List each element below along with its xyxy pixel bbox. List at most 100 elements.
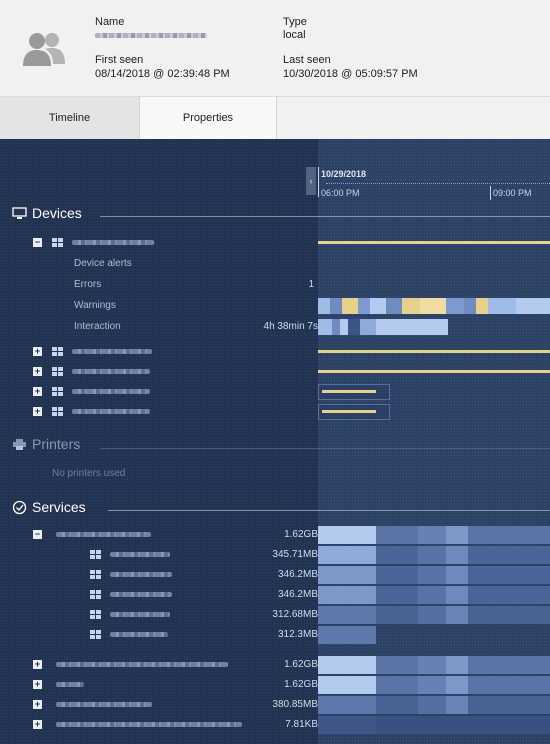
device-row[interactable]: + [0,362,550,382]
windows-icon [52,367,63,376]
activity-bar [318,370,550,373]
service-row[interactable]: + 1.62GB [0,675,550,695]
service-child-row[interactable]: 312.68MB [0,605,550,625]
expand-icon[interactable]: + [33,720,42,729]
service-row[interactable]: − 1.62GB [0,525,550,545]
tab-properties[interactable]: Properties [140,97,277,139]
warnings-label: Warnings [74,300,116,311]
windows-icon [52,238,63,247]
service-row[interactable]: + 1.62GB [0,655,550,675]
section-divider [108,510,550,511]
usage-timeline-bar [318,696,550,714]
windows-icon [52,387,63,396]
service-usage: 1.62GB [284,659,318,670]
errors-count: 1 [308,279,314,290]
expand-icon[interactable]: + [33,347,42,356]
scroll-left-button[interactable]: ‹ [306,167,316,195]
service-child-row[interactable]: 346.2MB [0,565,550,585]
scale-tick-label: 09:00 PM [493,188,532,198]
expand-icon[interactable]: + [33,680,42,689]
scale-tick [318,167,319,197]
first-seen-value: 08/14/2018 @ 02:39:48 PM [95,68,230,80]
host-name-redacted [110,612,170,617]
device-name-redacted [72,409,150,414]
warnings-timeline-bar [318,298,550,314]
user-group-icon [23,33,65,66]
service-usage: 312.3MB [277,629,318,640]
host-name-redacted [110,632,168,637]
type-value: local [283,29,306,41]
expand-icon[interactable]: + [33,407,42,416]
host-name-redacted [110,572,172,577]
service-name-redacted [56,682,84,687]
timeline-pane: ‹ 10/29/2018 06:00 PM 09:00 PM Devices −… [0,139,550,744]
device-alerts-label: Device alerts [74,258,132,269]
printers-title: Printers [32,436,81,452]
detail-row: Device alerts [0,254,550,274]
expand-icon[interactable]: + [33,660,42,669]
usage-timeline-bar [318,586,550,604]
printer-icon [13,438,26,450]
service-usage: 380.85MB [272,699,318,710]
service-usage: 7.81KB [285,719,318,730]
interaction-timeline-bar [318,319,448,335]
type-label: Type [283,16,307,28]
gauge-icon [12,500,27,514]
device-row[interactable]: − [0,233,550,253]
first-seen-label: First seen [95,54,144,66]
service-usage: 1.62GB [284,679,318,690]
usage-timeline-bar [318,716,550,734]
service-row[interactable]: + 380.85MB [0,695,550,715]
name-label: Name [95,16,125,28]
no-printers-text: No printers used [52,468,126,479]
device-name-redacted [72,389,150,394]
service-row[interactable]: + 7.81KB [0,715,550,735]
usage-timeline-bar [318,606,550,624]
section-divider [100,448,550,449]
device-row[interactable]: + [0,402,550,422]
tab-bar: Timeline Properties [0,97,550,139]
services-title: Services [32,499,86,515]
usage-timeline-bar [318,526,550,544]
activity-bar [318,350,550,353]
activity-bar [322,390,376,393]
tab-timeline[interactable]: Timeline [0,97,140,139]
activity-bar [322,410,376,413]
service-name-redacted [56,702,152,707]
expand-icon[interactable]: + [33,367,42,376]
service-usage: 346.2MB [277,569,318,580]
chart-column[interactable] [318,139,550,744]
section-divider [100,216,550,217]
expand-icon[interactable]: + [33,700,42,709]
collapse-icon[interactable]: − [33,530,42,539]
scale-tick [490,186,491,200]
service-name-redacted [56,722,242,727]
windows-icon [90,630,101,639]
time-scale[interactable]: 10/29/2018 06:00 PM 09:00 PM [318,161,550,201]
monitor-icon [12,206,27,219]
service-child-row[interactable]: 345.71MB [0,545,550,565]
printers-section-title: Printers [12,436,80,452]
service-child-row[interactable]: 312.3MB [0,625,550,645]
service-usage: 1.62GB [284,529,318,540]
collapse-icon[interactable]: − [33,238,42,247]
usage-timeline-bar [318,626,376,644]
windows-icon [52,347,63,356]
expand-icon[interactable]: + [33,387,42,396]
service-child-row[interactable]: 346.2MB [0,585,550,605]
windows-icon [90,570,101,579]
interaction-value: 4h 38min 7s [263,321,318,332]
service-name-redacted [56,662,228,667]
detail-row: Warnings [0,296,550,316]
device-row[interactable]: + [0,342,550,362]
devices-title: Devices [32,205,82,221]
windows-icon [90,610,101,619]
service-name-redacted [56,532,151,537]
windows-icon [90,590,101,599]
device-row[interactable]: + [0,382,550,402]
devices-section-title: Devices [12,205,82,221]
scale-dotted-line [326,183,550,184]
last-seen-value: 10/30/2018 @ 05:09:57 PM [283,68,418,80]
device-name-redacted [72,349,152,354]
usage-timeline-bar [318,676,550,694]
